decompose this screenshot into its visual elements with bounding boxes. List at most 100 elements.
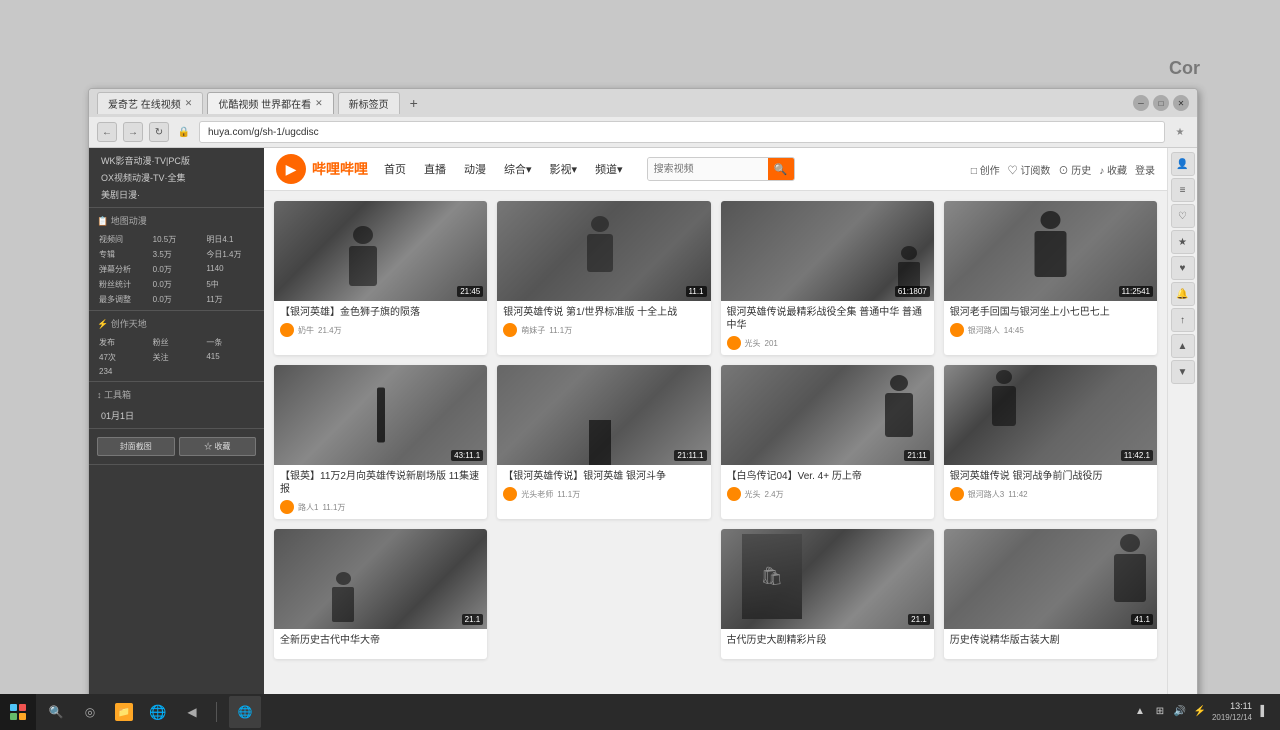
new-tab-button[interactable]: +	[404, 93, 424, 113]
right-btn-heart-outline[interactable]: ♡	[1171, 204, 1195, 228]
sidebar-icon-small: 📋	[97, 216, 108, 226]
nav-channel[interactable]: 频道▾	[591, 159, 627, 179]
clock-date: 2019/12/14	[1212, 713, 1252, 723]
right-btn-heart-filled[interactable]: ♥	[1171, 256, 1195, 280]
channel-name-6: 光头老师	[521, 489, 553, 500]
browser-tab-2[interactable]: 优酷视频 世界都在看 ✕	[207, 92, 333, 114]
show-desktop-icon[interactable]: ▌	[1256, 704, 1272, 720]
video-card-6[interactable]: 21:11.1 【银河英雄传说】银河英雄 银河斗争 光头老师 11.1万	[497, 365, 710, 519]
video-grid: 21:45 【银河英雄】金色狮子旗的陨落 奶牛 21.4万	[264, 191, 1167, 669]
video-duration-7: 21:11	[904, 450, 929, 461]
browser-chrome: 爱奇艺 在线视频 ✕ 优酷视频 世界都在看 ✕ 新标签页 + ─ □ ✕	[89, 89, 1197, 148]
video-card-9[interactable]: 21.1 全新历史古代中华大帝	[274, 529, 487, 659]
system-tray: ▲ ⊞ 🔊 ⚡	[1132, 704, 1208, 720]
favorite-button[interactable]: ☆ 收藏	[179, 437, 257, 456]
right-btn-notification[interactable]: 🔔	[1171, 282, 1195, 306]
channel-icon-7	[727, 487, 741, 501]
video-info-9: 全新历史古代中华大帝	[274, 629, 487, 656]
screenshot-button[interactable]: 封面截图	[97, 437, 175, 456]
taskbar-search[interactable]: 🔍	[40, 696, 72, 728]
nav-anime[interactable]: 动漫	[460, 159, 490, 179]
maximize-button[interactable]: □	[1153, 95, 1169, 111]
site-logo[interactable]: ▶ 哔哩哔哩	[276, 154, 368, 184]
video-thumb-12: 41.1	[944, 529, 1157, 629]
video-duration-6: 21:11.1	[674, 450, 706, 461]
video-card-12[interactable]: 41.1 历史传说精华版古装大剧	[944, 529, 1157, 659]
grid-item-13: 最多调整	[97, 293, 149, 306]
nav-login[interactable]: 登录	[1135, 162, 1155, 177]
address-bar-row: ← → ↻ 🔒 ★	[89, 117, 1197, 147]
sidebar-section-2: 📋 地图动漫 视频间 10.5万 明日4.1 专辑 3.5万 今日1.4万 弹幕…	[89, 208, 264, 311]
running-app-1[interactable]: 🌐	[229, 696, 261, 728]
sidebar-item-1[interactable]: WK影音动漫·TV|PC版	[97, 152, 256, 169]
logo-text: 哔哩哔哩	[312, 159, 368, 179]
right-btn-list[interactable]: ≡	[1171, 178, 1195, 202]
taskbar-media[interactable]: ◀	[176, 696, 208, 728]
channel-icon-5	[280, 500, 294, 514]
browser-tab-3[interactable]: 新标签页	[338, 92, 400, 114]
nav-history[interactable]: ⊙ 历史	[1058, 162, 1091, 177]
video-card-5[interactable]: 43:11.1 【银英】11万2月向英雄传说新剧场版 11集速报 路人1 11.…	[274, 365, 487, 519]
video-info-11: 古代历史大剧精彩片段	[721, 629, 934, 656]
bookmark-icon[interactable]: ★	[1171, 123, 1189, 141]
right-btn-up[interactable]: ▲	[1171, 334, 1195, 358]
video-duration-3: 61:1807	[895, 286, 930, 297]
nav-home[interactable]: 首页	[380, 159, 410, 179]
refresh-button[interactable]: ↻	[149, 122, 169, 142]
taskbar-file-explorer[interactable]: 📁	[108, 696, 140, 728]
sidebar-item-3[interactable]: 美剧日漫·	[97, 186, 256, 203]
right-btn-star[interactable]: ★	[1171, 230, 1195, 254]
tab-3-label: 新标签页	[349, 96, 389, 111]
video-card-4[interactable]: 11:2541 银河老手回国与银河坐上小七巴七上 银河路人 14:45	[944, 201, 1157, 355]
video-card-11[interactable]: 🛍 21.1 古代历史大剧精彩片段	[721, 529, 934, 659]
right-panel: 👤 ≡ ♡ ★ ♥ 🔔 ↑ ▲ ▼	[1167, 148, 1197, 708]
video-card-1[interactable]: 21:45 【银河英雄】金色狮子旗的陨落 奶牛 21.4万	[274, 201, 487, 355]
sidebar-section-3: ⚡ 创作天地 发布 粉丝 一条 47次 关注 415 234	[89, 311, 264, 382]
taskbar-browser[interactable]: 🌐	[142, 696, 174, 728]
nav-subscribe[interactable]: ♡ 订阅数	[1008, 162, 1051, 177]
video-card-7[interactable]: 21:11 【白鸟传记04】Ver. 4+ 历上帝 光头 2.4万	[721, 365, 934, 519]
close-button[interactable]: ✕	[1173, 95, 1189, 111]
video-card-8[interactable]: 11:42.1 银河英雄传说 银河战争前门战役历 银河路人3 11:42	[944, 365, 1157, 519]
video-thumb-2: 11.1	[497, 201, 710, 301]
window-controls: ─ □ ✕	[1133, 95, 1189, 111]
forward-button[interactable]: →	[123, 122, 143, 142]
tab-1-close[interactable]: ✕	[185, 98, 193, 109]
nav-live[interactable]: 直播	[420, 159, 450, 179]
creation-item-2: 粉丝	[151, 336, 203, 349]
back-button[interactable]: ←	[97, 122, 117, 142]
running-apps: 🌐	[221, 696, 269, 728]
sidebar-item-2[interactable]: OX视频动漫-TV·全集	[97, 169, 256, 186]
channel-icon-2	[503, 323, 517, 337]
video-card-2[interactable]: 11.1 银河英雄传说 第1/世界标准版 十全上战 萌妹子 11.1万	[497, 201, 710, 355]
creation-item-5: 关注	[151, 351, 203, 364]
right-btn-share[interactable]: ↑	[1171, 308, 1195, 332]
tray-network-icon[interactable]: ⊞	[1152, 704, 1168, 720]
media-icon: ◀	[183, 703, 201, 721]
right-btn-avatar[interactable]: 👤	[1171, 152, 1195, 176]
video-card-3[interactable]: 61:1807 银河英雄传说最精彩战役全集 普通中华 普通中华 光头 201	[721, 201, 934, 355]
nav-favorite[interactable]: ♪ 收藏	[1099, 162, 1127, 177]
tab-2-close[interactable]: ✕	[315, 98, 323, 109]
video-meta-7: 光头 2.4万	[727, 487, 928, 501]
search-button[interactable]: 🔍	[768, 158, 794, 180]
minimize-button[interactable]: ─	[1133, 95, 1149, 111]
browser-tab-1[interactable]: 爱奇艺 在线视频 ✕	[97, 92, 203, 114]
tray-volume-icon[interactable]: 🔊	[1172, 704, 1188, 720]
tray-battery-icon[interactable]: ⚡	[1192, 704, 1208, 720]
tray-arrow-icon[interactable]: ▲	[1132, 704, 1148, 720]
nav-create[interactable]: □ 创作	[971, 162, 1000, 177]
start-button[interactable]	[0, 694, 36, 730]
video-title-1: 【银河英雄】金色狮子旗的陨落	[280, 306, 481, 319]
taskbar-cortana[interactable]: ◎	[74, 696, 106, 728]
address-input[interactable]	[199, 121, 1165, 143]
view-count-2: 11.1万	[549, 325, 572, 336]
right-btn-down[interactable]: ▼	[1171, 360, 1195, 384]
search-input[interactable]	[648, 158, 768, 180]
nav-drama[interactable]: 影视▾	[546, 159, 582, 179]
video-meta-6: 光头老师 11.1万	[503, 487, 704, 501]
nav-variety[interactable]: 综合▾	[500, 159, 536, 179]
video-title-12: 历史传说精华版古装大剧	[950, 634, 1151, 647]
channel-icon-8	[950, 487, 964, 501]
sidebar-section-1: WK影音动漫·TV|PC版 OX视频动漫-TV·全集 美剧日漫·	[89, 148, 264, 208]
